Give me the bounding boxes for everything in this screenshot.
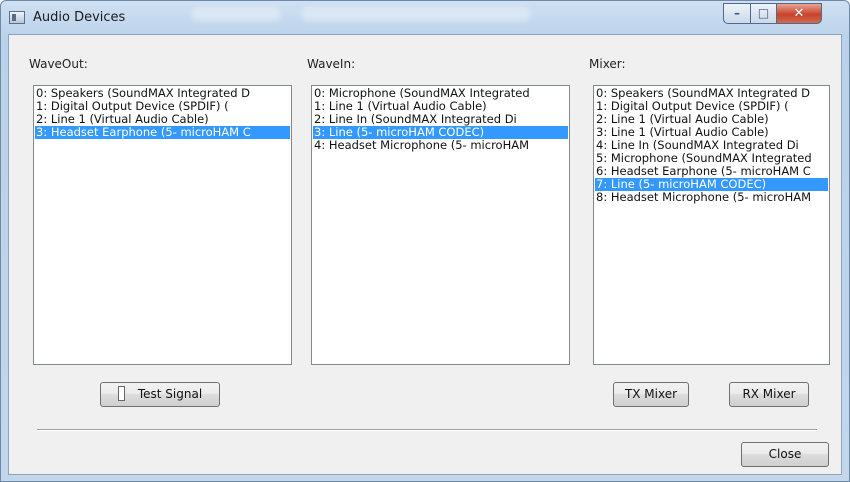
- list-item[interactable]: 8: Headset Microphone (5- microHAM: [595, 191, 828, 204]
- mixer-listbox[interactable]: 0: Speakers (SoundMAX Integrated D 1: Dig…: [593, 85, 830, 365]
- mixer-label: Mixer:: [589, 57, 626, 71]
- list-item[interactable]: 1: Line 1 (Virtual Audio Cable): [313, 100, 568, 113]
- list-item[interactable]: 2: Line 1 (Virtual Audio Cable): [35, 113, 290, 126]
- list-item[interactable]: 7: Line (5- microHAM CODEC): [595, 178, 828, 191]
- list-item[interactable]: 3: Line (5- microHAM CODEC): [313, 126, 568, 139]
- minimize-button[interactable]: –: [723, 3, 751, 24]
- minimize-icon: –: [734, 6, 740, 20]
- audio-devices-window: Audio Devices – □ ✕ WaveOut: 0: Speakers…: [0, 0, 850, 482]
- test-signal-button[interactable]: Test Signal: [100, 382, 220, 407]
- close-icon: ✕: [793, 6, 805, 21]
- maximize-icon: □: [757, 6, 770, 20]
- list-item[interactable]: 6: Headset Earphone (5- microHAM C: [595, 165, 828, 178]
- wavein-label: WaveIn:: [307, 57, 356, 71]
- blurred-background: [191, 7, 281, 21]
- list-item[interactable]: 4: Headset Microphone (5- microHAM: [313, 139, 568, 152]
- rx-mixer-button[interactable]: RX Mixer: [729, 382, 809, 407]
- test-signal-label: Test Signal: [137, 387, 203, 401]
- dialog-body: WaveOut: 0: Speakers (SoundMAX Integrate…: [8, 34, 842, 475]
- separator: [37, 429, 817, 431]
- waveout-listbox[interactable]: 0: Speakers (SoundMAX Integrated D 1: Dig…: [33, 85, 292, 365]
- window-title: Audio Devices: [33, 10, 126, 25]
- list-item[interactable]: 0: Microphone (SoundMAX Integrated: [313, 87, 568, 100]
- list-item[interactable]: 4: Line In (SoundMAX Integrated Di: [595, 139, 828, 152]
- wavein-listbox[interactable]: 0: Microphone (SoundMAX Integrated 1: Lin…: [311, 85, 570, 365]
- list-item[interactable]: 1: Digital Output Device (SPDIF) (: [35, 100, 290, 113]
- test-signal-checkbox[interactable]: [117, 386, 125, 401]
- close-window-button[interactable]: ✕: [776, 3, 822, 24]
- list-item[interactable]: 0: Speakers (SoundMAX Integrated D: [35, 87, 290, 100]
- list-item[interactable]: 2: Line 1 (Virtual Audio Cable): [595, 113, 828, 126]
- list-item[interactable]: 0: Speakers (SoundMAX Integrated D: [595, 87, 828, 100]
- title-bar[interactable]: Audio Devices – □ ✕: [1, 1, 849, 35]
- maximize-button[interactable]: □: [750, 3, 777, 24]
- list-item[interactable]: 1: Digital Output Device (SPDIF) (: [595, 100, 828, 113]
- waveout-label: WaveOut:: [29, 57, 88, 71]
- list-item[interactable]: 3: Headset Earphone (5- microHAM C: [35, 126, 290, 139]
- close-button[interactable]: Close: [741, 442, 829, 467]
- app-icon: [9, 11, 25, 24]
- blurred-background: [301, 7, 531, 21]
- list-item[interactable]: 5: Microphone (SoundMAX Integrated: [595, 152, 828, 165]
- list-item[interactable]: 3: Line 1 (Virtual Audio Cable): [595, 126, 828, 139]
- tx-mixer-button[interactable]: TX Mixer: [613, 382, 689, 407]
- list-item[interactable]: 2: Line In (SoundMAX Integrated Di: [313, 113, 568, 126]
